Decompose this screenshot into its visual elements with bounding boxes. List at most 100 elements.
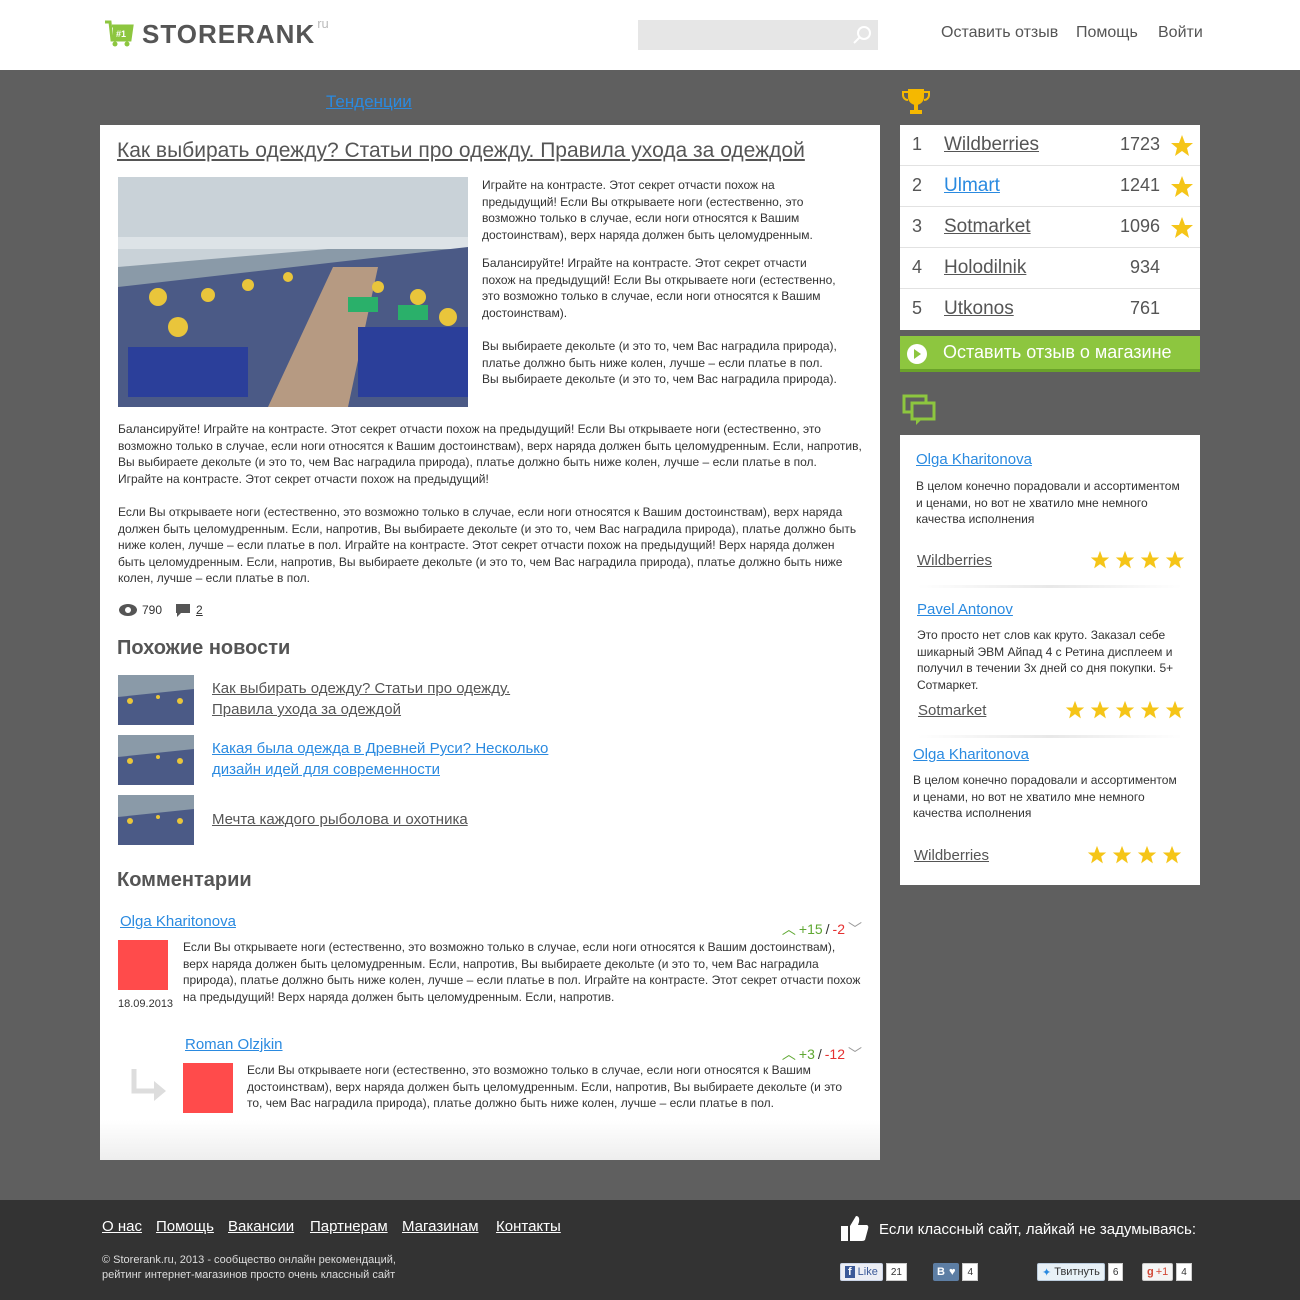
review-stars xyxy=(1087,845,1182,865)
footer-link-about[interactable]: О нас xyxy=(102,1218,142,1235)
star-icon xyxy=(1065,700,1085,719)
logo[interactable]: #1 STORERANK ru xyxy=(104,16,329,50)
avatar[interactable] xyxy=(118,940,168,990)
footer-link-shops[interactable]: Магазинам xyxy=(402,1218,479,1235)
vk-like-button[interactable]: В ♥ 4 xyxy=(933,1263,979,1281)
twitter-icon: ✦ xyxy=(1042,1266,1052,1279)
comments-heading: Комментарии xyxy=(117,869,252,891)
reviews-panel: Olga Kharitonova В целом конечно порадов… xyxy=(900,435,1200,885)
star-icon xyxy=(1140,550,1160,569)
footer-link-help[interactable]: Помощь xyxy=(156,1218,214,1235)
article-photo xyxy=(118,177,468,407)
review-stars xyxy=(1065,700,1185,720)
vote-separator: / xyxy=(825,921,830,937)
vote-up-count: +15 xyxy=(798,921,823,937)
rating-score: 1723 xyxy=(1119,134,1160,154)
comment-text: Если Вы открываете ноги (естественно, эт… xyxy=(247,1063,843,1110)
google-plus-button[interactable]: g +1 4 xyxy=(1142,1263,1192,1281)
footer: О нас Помощь Вакансии Партнерам Магазина… xyxy=(0,1200,1300,1300)
rating-shop-link[interactable]: Wildberries xyxy=(944,134,1039,156)
comment-votes: ︿ +3 / -12 ﹀ xyxy=(782,1044,862,1064)
review-author[interactable]: Olga Kharitonova xyxy=(916,451,1032,468)
vote-down-icon[interactable]: ﹀ xyxy=(848,919,862,939)
leave-shop-review-button[interactable]: Оставить отзыв о магазине xyxy=(900,336,1200,372)
cart-logo-icon: #1 xyxy=(105,20,134,47)
copyright: © Storerank.ru, 2013 - сообщество онлайн… xyxy=(102,1254,396,1281)
related-thumb[interactable] xyxy=(118,675,194,725)
star-icon xyxy=(1115,700,1135,719)
comments-count[interactable]: 2 xyxy=(196,603,203,617)
nav-login[interactable]: Войти xyxy=(1158,24,1203,42)
rating-position: 5 xyxy=(912,298,923,318)
article-paragraph: Играйте на контрасте. Этот секрет отчаст… xyxy=(482,178,813,242)
star-icon xyxy=(1090,700,1110,719)
reply-arrow-icon xyxy=(131,1069,166,1101)
vote-up-icon[interactable]: ︿ xyxy=(782,1044,796,1064)
views-count: 790 xyxy=(142,603,163,617)
tweet-button[interactable]: ✦ Твитнуть 6 xyxy=(1037,1263,1124,1281)
like-prompt: Если классный сайт, лайкай не задумываяс… xyxy=(879,1221,1197,1238)
rating-score: 934 xyxy=(1129,257,1160,277)
rating-shop-link[interactable]: Utkonos xyxy=(944,298,1014,320)
comment-date: 18.09.2013 xyxy=(183,1121,239,1133)
nav-help[interactable]: Помощь xyxy=(1076,24,1138,42)
review-shop-link[interactable]: Sotmarket xyxy=(918,702,986,719)
comment-author[interactable]: Roman Olzjkin xyxy=(185,1036,283,1053)
star-icon xyxy=(1115,550,1135,569)
rating-row[interactable]: 3 Sotmarket 1096 xyxy=(900,207,1200,248)
review-stars xyxy=(1090,550,1185,570)
rating-row[interactable]: 5 Utkonos 761 xyxy=(900,289,1200,330)
rating-position: 1 xyxy=(912,134,923,154)
search-input[interactable] xyxy=(638,20,878,50)
article-paragraph: Вы выбираете декольте (и это то, чем Вас… xyxy=(482,339,837,386)
facebook-like-button[interactable]: f Like 21 xyxy=(840,1263,907,1281)
rating-row[interactable]: 4 Holodilnik 934 xyxy=(900,248,1200,289)
star-icon xyxy=(1090,550,1110,569)
rating-shop-link[interactable]: Holodilnik xyxy=(944,257,1026,279)
logo-domain: ru xyxy=(317,16,329,31)
arrow-right-circle-icon xyxy=(907,344,927,364)
divider xyxy=(918,735,1182,738)
eye-icon xyxy=(119,604,137,616)
review-shop-link[interactable]: Wildberries xyxy=(917,552,992,569)
footer-link-contacts[interactable]: Контакты xyxy=(496,1218,561,1235)
rating-row[interactable]: 2 Ulmart 1241 xyxy=(900,166,1200,207)
comment-date: 18.09.2013 xyxy=(118,998,174,1010)
related-thumb[interactable] xyxy=(118,735,194,785)
related-thumb[interactable] xyxy=(118,795,194,845)
rating-score: 1096 xyxy=(1119,216,1160,236)
review-shop-link[interactable]: Wildberries xyxy=(914,847,989,864)
article-paragraph: Если Вы открываете ноги (естественно, эт… xyxy=(118,505,857,585)
review-text: В целом конечно порадовали и ассортимент… xyxy=(916,479,1180,526)
related-link[interactable]: Мечта каждого рыболова и охотника xyxy=(212,809,468,830)
rating-shop-link[interactable]: Sotmarket xyxy=(944,216,1031,238)
comment-author[interactable]: Olga Kharitonova xyxy=(120,913,236,930)
avatar[interactable] xyxy=(183,1063,233,1113)
vote-separator: / xyxy=(817,1046,822,1062)
vote-down-count: -2 xyxy=(832,921,845,937)
rating-position: 2 xyxy=(912,175,923,195)
svg-text:#1: #1 xyxy=(116,29,126,39)
rating-list: 1 Wildberries 1723 2 Ulmart 1241 3 Sotma… xyxy=(900,125,1200,330)
tab-trends[interactable]: Тенденции xyxy=(326,92,412,112)
star-icon xyxy=(1171,135,1193,156)
related-link[interactable]: Как выбирать одежду? Статьи про одежду. П… xyxy=(212,678,510,720)
logo-text: STORERANK xyxy=(142,19,316,49)
article-paragraph: Балансируйте! Играйте на контрасте. Этот… xyxy=(118,422,862,486)
search-icon[interactable] xyxy=(852,25,872,45)
cta-label: Оставить отзыв о магазине xyxy=(943,342,1172,362)
vote-down-icon[interactable]: ﹀ xyxy=(848,1044,862,1064)
rating-shop-link[interactable]: Ulmart xyxy=(944,175,1000,197)
star-icon xyxy=(1087,845,1107,864)
nav-leave-review[interactable]: Оставить отзыв xyxy=(941,24,1058,42)
footer-link-jobs[interactable]: Вакансии xyxy=(228,1218,294,1235)
vote-up-icon[interactable]: ︿ xyxy=(782,919,796,939)
star-icon xyxy=(1165,700,1185,719)
article-title[interactable]: Как выбирать одежду? Статьи про одежду. … xyxy=(117,139,805,163)
review-author[interactable]: Pavel Antonov xyxy=(917,601,1013,618)
related-link[interactable]: Какая была одежда в Древней Руси? Нескол… xyxy=(212,738,548,780)
trophy-icon xyxy=(902,89,930,114)
rating-row[interactable]: 1 Wildberries 1723 xyxy=(900,125,1200,166)
footer-link-partners[interactable]: Партнерам xyxy=(310,1218,388,1235)
review-author[interactable]: Olga Kharitonova xyxy=(913,746,1029,763)
